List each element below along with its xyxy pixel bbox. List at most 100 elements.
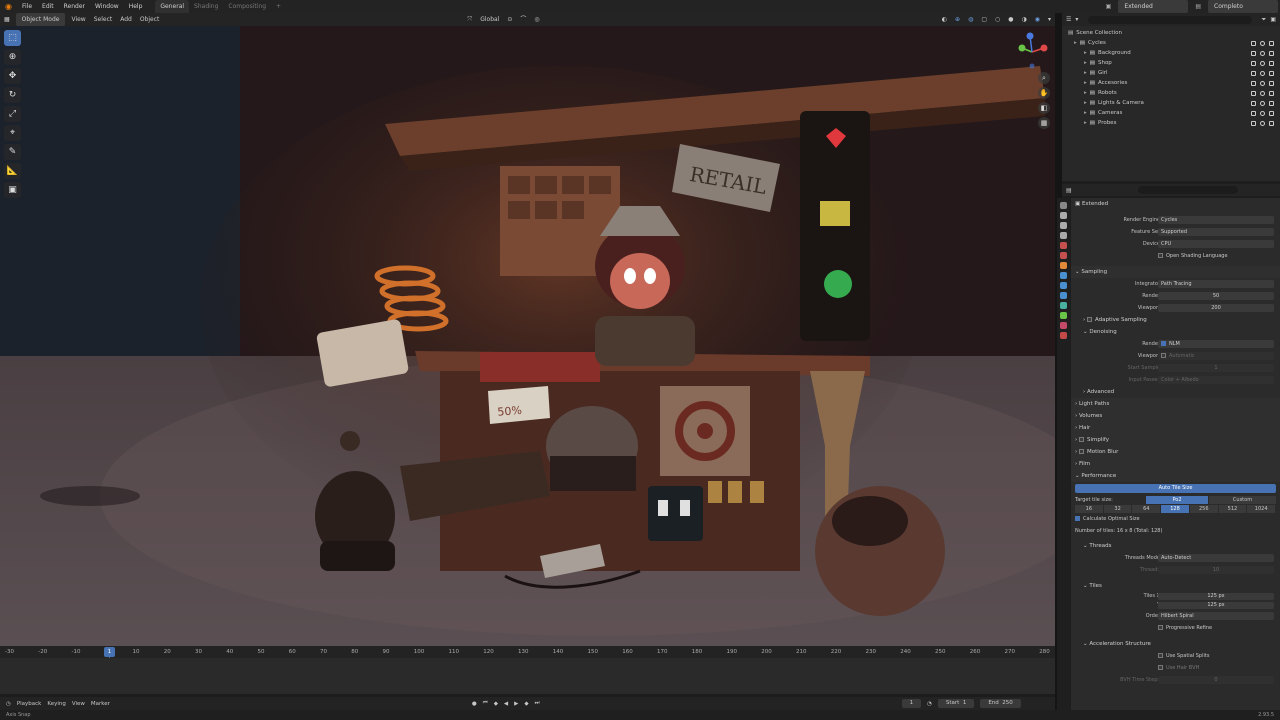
eye-icon[interactable] (1260, 90, 1265, 96)
expand-arrow-icon[interactable]: ▸ (1084, 80, 1087, 86)
menu-keying[interactable]: Keying (47, 701, 65, 707)
tile-size-option[interactable]: 512 (1218, 505, 1248, 513)
mode-selector[interactable]: Object Mode (15, 13, 66, 26)
advanced-header[interactable]: › Advanced (1071, 386, 1280, 398)
input-passes-dropdown[interactable]: Color + Albedo (1158, 376, 1274, 384)
eye-icon[interactable] (1260, 120, 1265, 126)
osl-checkbox[interactable] (1158, 253, 1163, 258)
tab-general[interactable]: General (155, 0, 190, 13)
integrator-dropdown[interactable]: Path Tracing (1158, 280, 1274, 288)
tile-size-option[interactable]: 128 (1161, 505, 1190, 513)
eye-icon[interactable] (1260, 110, 1265, 116)
jump-end-icon[interactable]: ⏭ (535, 700, 540, 707)
expand-arrow-icon[interactable]: ▸ (1084, 90, 1087, 96)
hair-header[interactable]: › Hair (1071, 422, 1280, 434)
proportional-icon[interactable]: ◎ (530, 13, 543, 26)
exclude-checkbox-icon[interactable] (1251, 80, 1256, 86)
add-cube-tool-icon[interactable]: ▣ (4, 182, 21, 198)
view-layer-tab-icon[interactable] (1060, 232, 1067, 239)
eye-icon[interactable] (1260, 80, 1265, 86)
menu-object[interactable]: Object (136, 13, 164, 26)
simplify-checkbox[interactable] (1078, 437, 1084, 442)
denoise-render-checkbox[interactable] (1161, 341, 1166, 346)
camera-icon[interactable] (1269, 50, 1274, 56)
menu-help[interactable]: Help (124, 0, 148, 13)
volumes-header[interactable]: › Volumes (1071, 410, 1280, 422)
exclude-checkbox-icon[interactable] (1251, 100, 1256, 106)
light-paths-header[interactable]: › Light Paths (1071, 398, 1280, 410)
outliner-item[interactable]: ▸ ▤ Background (1062, 48, 1280, 58)
visibility-icon[interactable]: ◐ (938, 13, 951, 26)
clock-icon[interactable]: ◔ (927, 701, 932, 707)
camera-icon[interactable] (1269, 40, 1274, 46)
gizmo-icon[interactable]: ⊕ (951, 13, 964, 26)
start-frame-field[interactable]: Start 1 (937, 699, 975, 708)
exclude-checkbox-icon[interactable] (1251, 70, 1256, 76)
menu-playback[interactable]: Playback (17, 701, 42, 707)
progressive-wrap[interactable]: Progressive Refine (1158, 622, 1212, 634)
render-engine-dropdown[interactable]: Cycles (1158, 216, 1274, 224)
camera-icon[interactable] (1269, 80, 1274, 86)
shading-wire-icon[interactable]: ○ (991, 13, 1004, 26)
tile-size-option[interactable]: 1024 (1247, 505, 1277, 513)
exclude-checkbox-icon[interactable] (1251, 120, 1256, 126)
sampling-panel-header[interactable]: ⌄ Sampling (1071, 266, 1280, 278)
menu-edit[interactable]: Edit (37, 0, 59, 13)
motion-blur-header[interactable]: › Motion Blur (1071, 446, 1280, 458)
camera-icon[interactable] (1269, 120, 1274, 126)
record-icon[interactable]: ● (472, 701, 477, 707)
shading-solid-icon[interactable]: ● (1004, 13, 1017, 26)
denoise-viewport-dropdown[interactable]: Automatic (1158, 352, 1274, 360)
accel-header[interactable]: ⌄ Acceleration Structure (1071, 638, 1280, 650)
measure-tool-icon[interactable]: 📐 (4, 163, 21, 179)
axis-gizmo-icon[interactable] (1012, 30, 1052, 70)
prev-key-icon[interactable]: ◆ (494, 701, 498, 707)
feature-set-dropdown[interactable]: Supported (1158, 228, 1274, 236)
threads-header[interactable]: ⌄ Threads (1071, 540, 1280, 552)
tool-tab-icon[interactable] (1060, 202, 1067, 209)
timeline-ruler[interactable]: -30-20-100102030405060708090100110120130… (0, 646, 1055, 658)
jump-start-icon[interactable]: ⏮ (483, 700, 488, 707)
expand-arrow-icon[interactable]: ▸ (1084, 50, 1087, 56)
menu-view[interactable]: View (67, 13, 89, 26)
exclude-checkbox-icon[interactable] (1251, 90, 1256, 96)
menu-render[interactable]: Render (59, 0, 90, 13)
simplify-header[interactable]: › Simplify (1071, 434, 1280, 446)
scale-tool-icon[interactable]: ⤢ (4, 106, 21, 122)
denoising-header[interactable]: ⌄ Denoising (1071, 326, 1280, 338)
exclude-checkbox-icon[interactable] (1251, 60, 1256, 66)
shading-rendered-icon[interactable]: ◉ (1031, 13, 1044, 26)
annotate-tool-icon[interactable]: ✎ (4, 144, 21, 160)
osl-checkbox-wrap[interactable]: Open Shading Language (1158, 250, 1228, 262)
menu-file[interactable]: File (17, 0, 37, 13)
outliner-root[interactable]: ▤ Scene Collection (1062, 28, 1280, 38)
ortho-grid-icon[interactable]: ▦ (1038, 117, 1050, 129)
menu-window[interactable]: Window (90, 0, 124, 13)
world-tab-icon[interactable] (1060, 252, 1067, 259)
menu-marker[interactable]: Marker (91, 701, 110, 707)
outliner-editor-icon[interactable]: ☰ (1066, 16, 1071, 23)
outliner-item[interactable]: ▸ ▤ Cameras (1062, 108, 1280, 118)
camera-icon[interactable] (1269, 110, 1274, 116)
expand-arrow-icon[interactable]: ▸ (1084, 60, 1087, 66)
particles-tab-icon[interactable] (1060, 282, 1067, 289)
camera-icon[interactable] (1269, 90, 1274, 96)
current-frame-marker[interactable]: 1 (104, 647, 115, 657)
outliner-display-icon[interactable]: ▾ (1075, 16, 1078, 23)
outliner-item[interactable]: ▸ ▤ Probes (1062, 118, 1280, 128)
outliner-item[interactable]: ▸ ▤ Shop (1062, 58, 1280, 68)
editor-type-icon[interactable]: ▦ (0, 13, 14, 26)
navigation-gizmo[interactable] (1012, 30, 1052, 70)
menu-view-timeline[interactable]: View (72, 701, 85, 707)
tiles-y-field[interactable]: 125 px (1158, 602, 1274, 609)
exclude-checkbox-icon[interactable] (1251, 50, 1256, 56)
expand-arrow-icon[interactable]: ▸ (1084, 120, 1087, 126)
film-header[interactable]: › Film (1071, 458, 1280, 470)
threads-count-field[interactable]: 10 (1158, 566, 1274, 574)
editor-type-icon[interactable]: ◷ (6, 701, 11, 707)
adaptive-checkbox[interactable] (1086, 317, 1092, 322)
menu-add[interactable]: Add (116, 13, 136, 26)
eye-icon[interactable] (1260, 70, 1265, 76)
calc-optimal-checkbox[interactable] (1075, 516, 1080, 521)
expand-arrow-icon[interactable]: ▸ (1084, 100, 1087, 106)
